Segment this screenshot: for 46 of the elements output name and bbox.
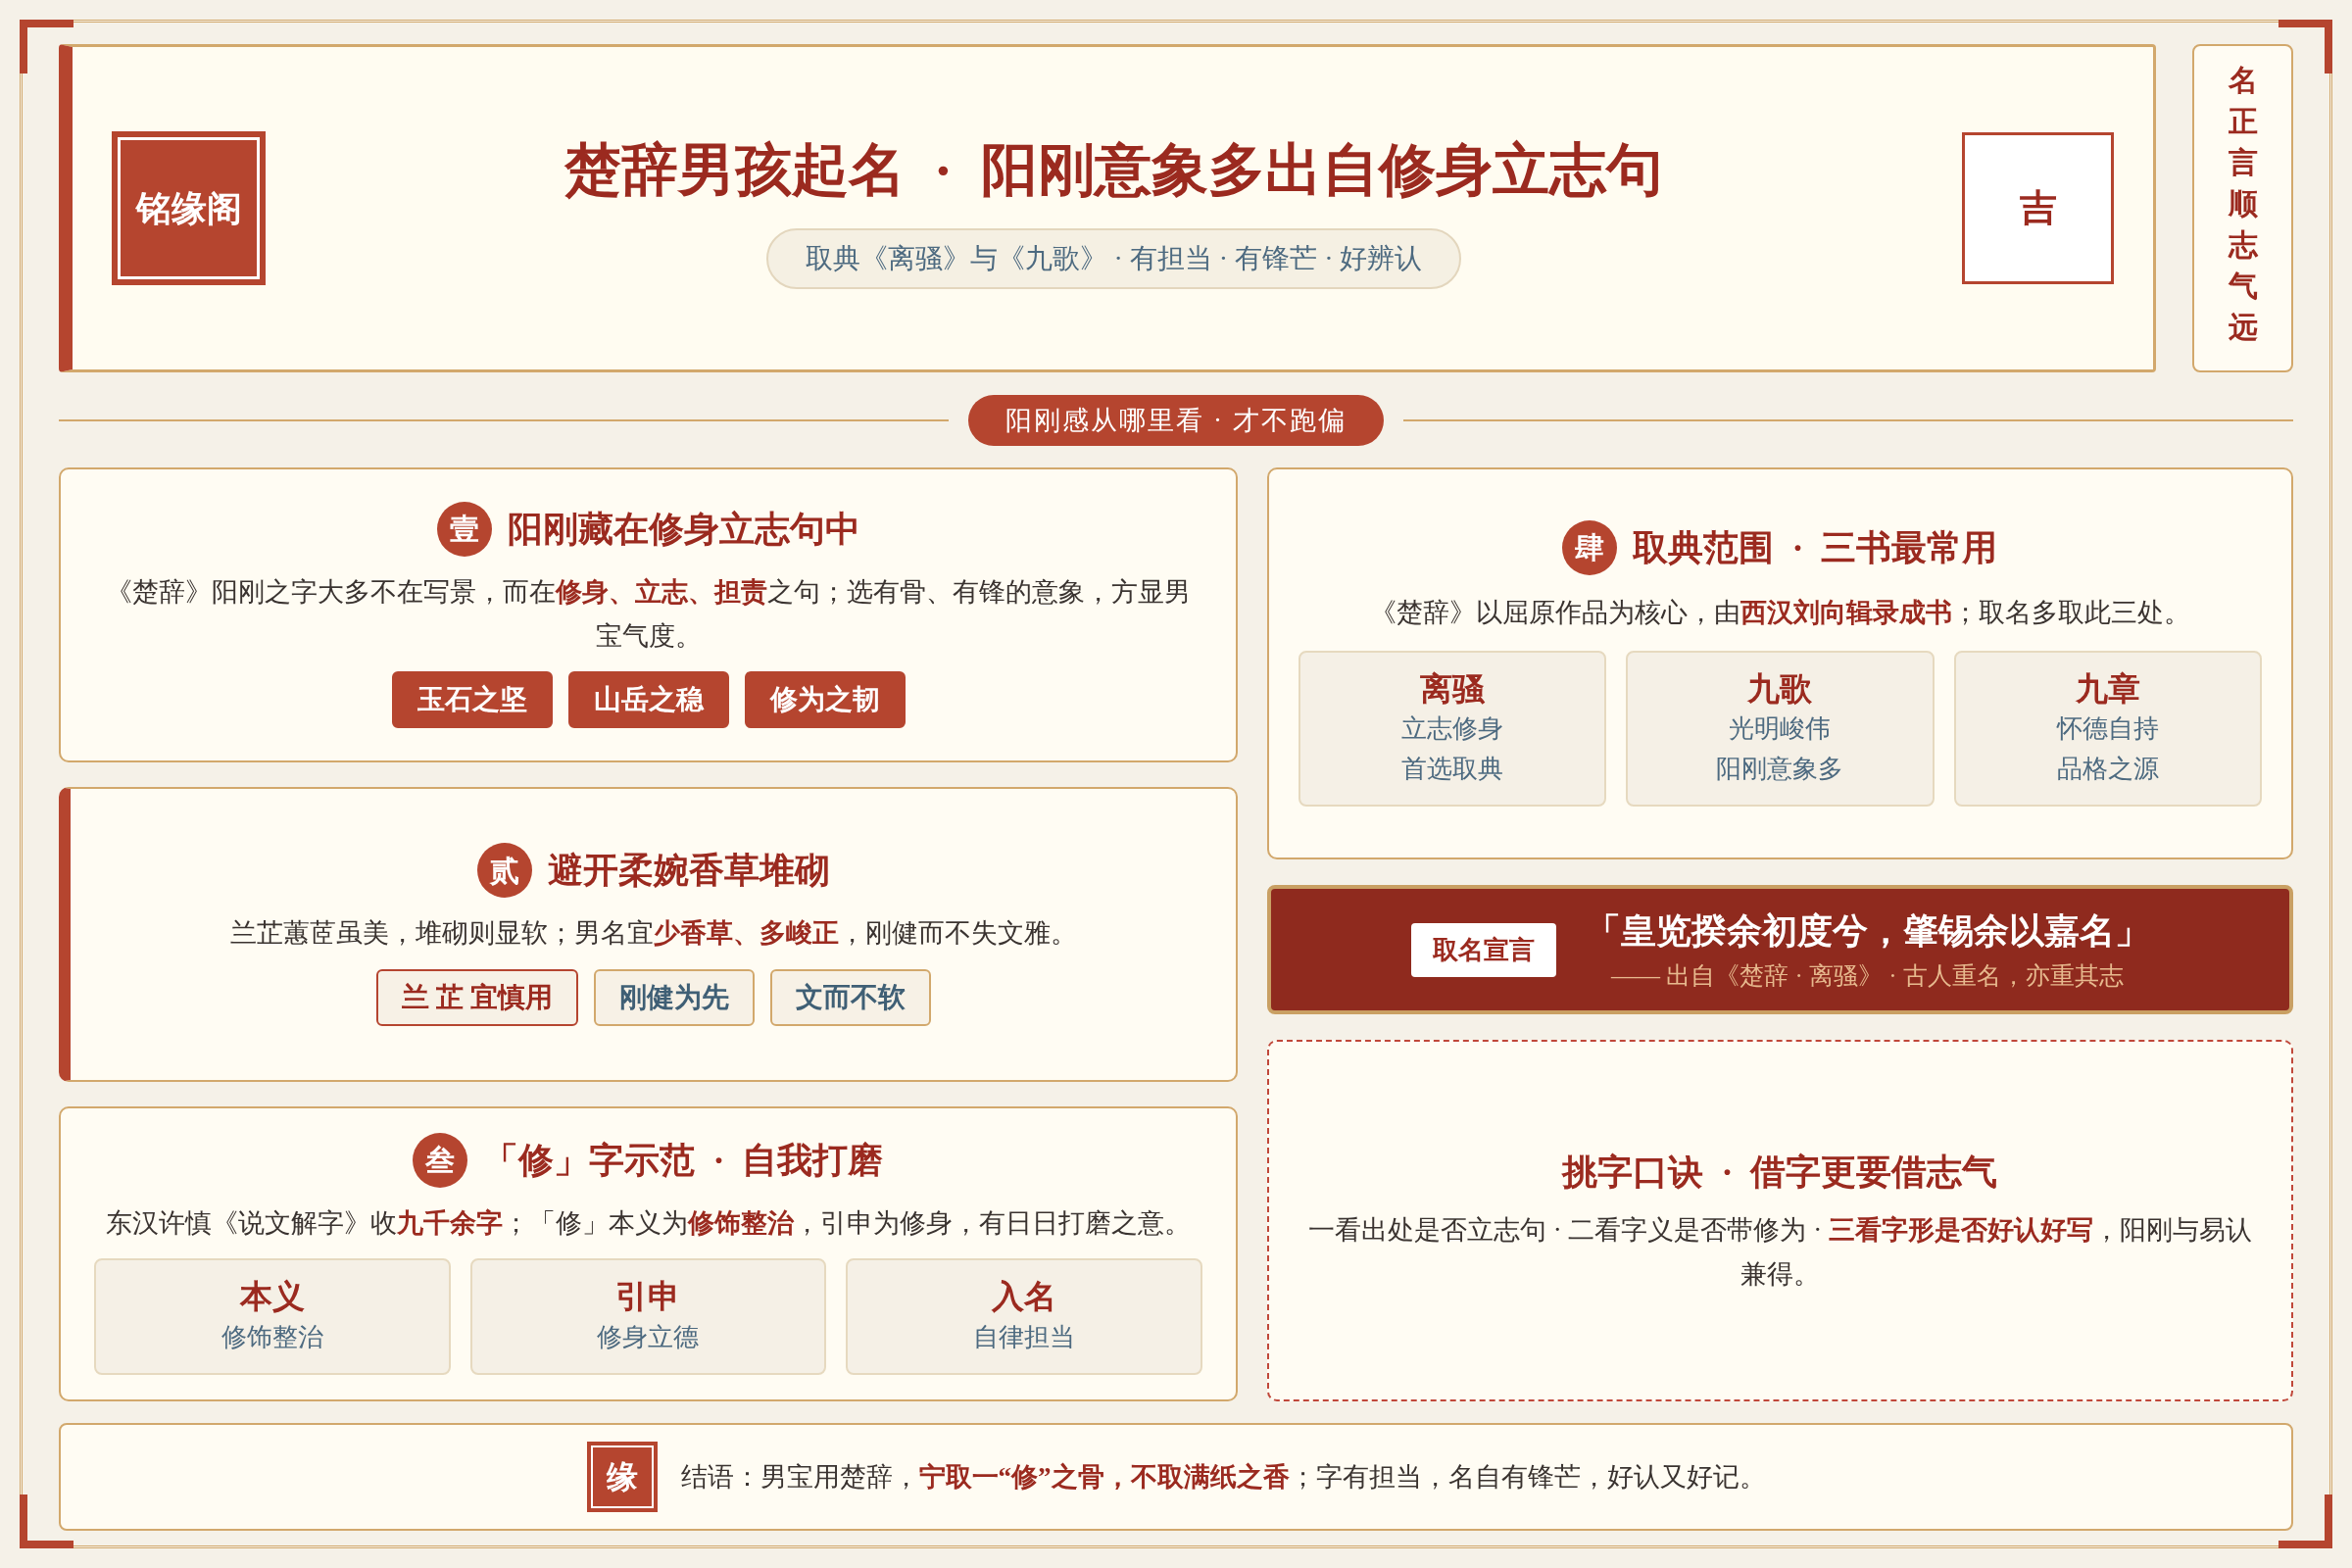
tag: 刚健为先 (593, 968, 755, 1026)
logo-seal: 铭缘阁 (112, 131, 266, 285)
term-note: 立志修身 (1401, 713, 1504, 746)
card-text: 一看出处是否立志句 · 二看字义是否带修为 · 三看字形是否好认好写，阳刚与易认兼得。 (1308, 1213, 2252, 1291)
tag: 玉石之坚 (391, 671, 553, 729)
page-title: 楚辞男孩起名 · 阳刚意象多出自修身立志句 (564, 137, 1664, 204)
section-ribbon: 阳刚感从哪里看 · 才不跑偏 (968, 394, 1384, 447)
term-note: 修身立德 (597, 1322, 700, 1354)
tag: 山岳之稳 (567, 671, 729, 729)
card-title: 阳刚藏在修身立志句中 (507, 508, 860, 551)
term-heading: 本义 (239, 1278, 305, 1317)
quote-label: 取名宣言 (1410, 922, 1556, 977)
term-heading: 入名 (992, 1278, 1057, 1317)
term-note: 光明峻伟 (1729, 713, 1832, 746)
term-note: 怀德自持 (2056, 713, 2159, 746)
term-note: 品格之源 (2056, 753, 2159, 785)
footer-seal: 缘 (586, 1442, 658, 1512)
card-text: 东汉许慎《说文解字》收九千余字；「修」本义为修饰整治，引申为修身，有日日打磨之意。 (106, 1206, 1191, 1240)
quote-text: 「皇览揆余初度兮，肇锡余以嘉名」 (1585, 910, 2150, 954)
tag: 兰 芷 宜慎用 (375, 968, 578, 1026)
tag: 修为之韧 (744, 671, 906, 729)
quote-source: —— 出自《楚辞 · 离骚》 · 古人重名，亦重其志 (1611, 961, 2124, 992)
number-badge: 壹 (436, 501, 492, 557)
number-badge: 贰 (476, 843, 532, 899)
number-badge: 叁 (413, 1132, 468, 1188)
tag: 文而不软 (769, 968, 931, 1026)
term-heading: 九章 (2075, 669, 2140, 709)
subtitle-pill: 取典《离骚》与《九歌》 · 有担当 · 有锋芒 · 好辨认 (765, 228, 1462, 289)
term-heading: 离骚 (1420, 669, 1486, 709)
term-note: 修饰整治 (220, 1322, 323, 1354)
card-title: 避开柔婉香草堆砌 (547, 850, 830, 893)
term-note: 阳刚意象多 (1716, 753, 1844, 785)
card-text: 兰芷蕙茝虽美，堆砌则显软；男名宜少香草、多峻正，刚健而不失文雅。 (229, 917, 1077, 951)
card-text: 《楚辞》阳刚之字大多不在写景，而在修身、立志、担责之句；选有骨、有锋的意象，方显男宝气度。 (105, 575, 1192, 653)
card-title: 挑字口诀 · 借字更要借志气 (1562, 1151, 1998, 1194)
conclusion-text: 结语：男宝用楚辞，宁取一“修”之骨，不取满纸之香；字有担当，名自有锋芒，好认又好记。 (680, 1460, 1766, 1494)
term-note: 首选取典 (1401, 753, 1504, 785)
card-title: 取典范围 · 三书最常用 (1633, 527, 1998, 569)
motto-panel: 名正言顺志气远 (2192, 44, 2293, 372)
seal-box: 吉 (1962, 132, 2114, 284)
term-heading: 九歌 (1747, 669, 1813, 709)
term-note: 自律担当 (973, 1322, 1076, 1354)
term-heading: 引申 (615, 1278, 681, 1317)
card-title: 「修」字示范 · 自我打磨 (483, 1139, 884, 1182)
number-badge: 肆 (1562, 520, 1618, 575)
card-text: 《楚辞》以屈原作品为核心，由西汉刘向辑录成书；取名多取此三处。 (1370, 597, 2190, 629)
